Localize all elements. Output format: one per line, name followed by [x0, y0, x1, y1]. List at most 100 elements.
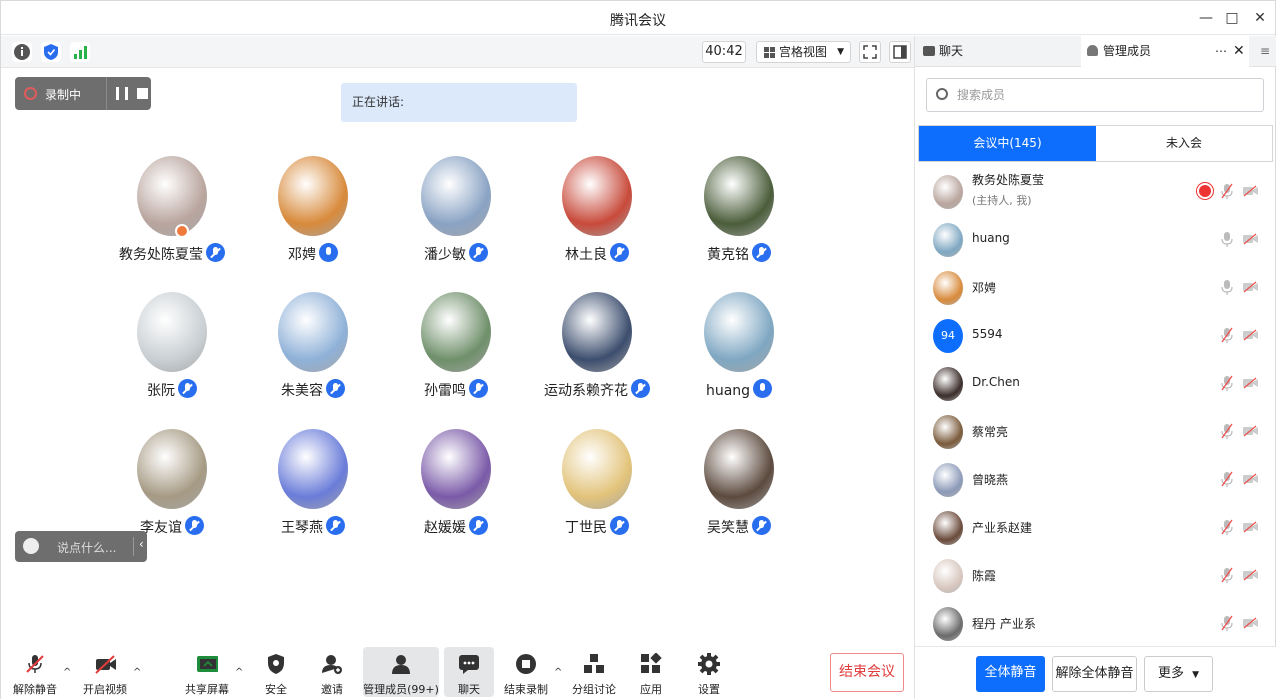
sidebar-toggle-button[interactable]: [889, 41, 911, 63]
emoji-icon[interactable]: [23, 538, 39, 554]
mic-muted-icon[interactable]: [1221, 327, 1233, 343]
share-label: 共享屏幕: [185, 683, 229, 696]
member-row[interactable]: 程丹 产业系: [915, 599, 1276, 647]
shield-icon[interactable]: [41, 42, 61, 62]
quick-chat-input[interactable]: 说点什么... ‹: [15, 531, 147, 562]
member-row[interactable]: Dr.Chen: [915, 359, 1276, 407]
participant-tile[interactable]: 张阮: [112, 292, 232, 412]
start-video-button[interactable]: 开启视频: [79, 647, 131, 697]
chevron-down-icon: ▼: [837, 47, 844, 57]
more-options-icon[interactable]: ⋯: [1215, 36, 1227, 67]
close-icon[interactable]: ✕: [1251, 9, 1269, 27]
member-row[interactable]: huang: [915, 215, 1276, 263]
tab-members[interactable]: 管理成员 ⋯ ✕: [1081, 36, 1249, 67]
participant-tile[interactable]: 王琴燕: [253, 429, 373, 549]
participant-tile[interactable]: 吴笑慧: [679, 429, 799, 549]
mic-icon[interactable]: [1221, 231, 1233, 247]
more-button[interactable]: 更多 ▼: [1144, 656, 1213, 692]
video-off-icon[interactable]: [1243, 377, 1258, 389]
chat-button[interactable]: 聊天: [444, 647, 494, 697]
video-off-icon[interactable]: [1243, 185, 1258, 197]
share-screen-button[interactable]: 共享屏幕: [181, 647, 233, 697]
mic-muted-icon: [469, 243, 488, 262]
info-icon[interactable]: [12, 42, 32, 62]
unmute-button[interactable]: 解除静音: [9, 647, 61, 697]
member-row[interactable]: 产业系赵建: [915, 503, 1276, 551]
fullscreen-button[interactable]: [859, 41, 881, 63]
recording-dot-icon: [1199, 185, 1211, 197]
mic-muted-icon[interactable]: [1221, 471, 1233, 487]
signal-icon[interactable]: [70, 42, 90, 62]
unmute-all-button[interactable]: 解除全体静音: [1052, 656, 1137, 692]
stop-icon[interactable]: [137, 88, 148, 99]
mic-muted-icon[interactable]: [1221, 183, 1233, 199]
mute-all-button[interactable]: 全体静音: [976, 656, 1045, 692]
member-row[interactable]: 曾晓燕: [915, 455, 1276, 503]
mic-icon[interactable]: [1221, 279, 1233, 295]
member-row[interactable]: 陈霞: [915, 551, 1276, 599]
close-tab-icon[interactable]: ✕: [1233, 36, 1245, 67]
panel-menu-icon[interactable]: ≡: [1255, 36, 1275, 67]
tab-chat[interactable]: 聊天: [915, 36, 1080, 67]
pause-icon[interactable]: [116, 87, 128, 100]
view-selector[interactable]: 宫格视图 ▼: [756, 41, 851, 63]
video-off-icon[interactable]: [1243, 569, 1258, 581]
mic-muted-icon[interactable]: [1221, 615, 1233, 631]
maximize-icon[interactable]: □: [1223, 9, 1241, 27]
apps-button[interactable]: 应用: [631, 647, 671, 697]
side-panel: 聊天 管理成员 ⋯ ✕ ≡ 搜索成员 会议中(145) 未入会 教务处陈夏莹 (主…: [914, 36, 1276, 699]
video-off-icon[interactable]: [1243, 425, 1258, 437]
collapse-icon[interactable]: ‹: [139, 537, 144, 551]
manage-members-button[interactable]: 管理成员(99+): [363, 647, 439, 697]
participant-tile[interactable]: 朱美容: [253, 292, 373, 412]
member-row[interactable]: 教务处陈夏莹 (主持人, 我): [915, 167, 1276, 215]
avatar: [933, 223, 963, 257]
tab-in-meeting[interactable]: 会议中(145): [919, 126, 1096, 161]
participant-name-text: 赵媛媛: [424, 520, 466, 536]
participant-name-text: 潘少敏: [424, 247, 466, 263]
mic-muted-icon[interactable]: [1221, 567, 1233, 583]
recording-label: 录制中: [45, 88, 82, 102]
mic-muted-icon[interactable]: [1221, 375, 1233, 391]
video-off-icon[interactable]: [1243, 281, 1258, 293]
tab-not-joined[interactable]: 未入会: [1096, 126, 1272, 161]
mic-muted-icon[interactable]: [1221, 423, 1233, 439]
record-options-caret[interactable]: ^: [554, 667, 562, 678]
member-search-input[interactable]: 搜索成员: [926, 78, 1264, 112]
stop-recording-button[interactable]: 结束录制: [500, 647, 552, 697]
participant-tile[interactable]: 赵媛媛: [396, 429, 516, 549]
video-off-icon[interactable]: [1243, 473, 1258, 485]
participant-name-text: 王琴燕: [281, 520, 323, 536]
breakout-button[interactable]: 分组讨论: [569, 647, 619, 697]
settings-button[interactable]: 设置: [689, 647, 729, 697]
audio-options-caret[interactable]: ^: [63, 667, 71, 678]
participant-tile[interactable]: 潘少敏: [396, 156, 516, 276]
member-row[interactable]: 蔡常亮: [915, 407, 1276, 455]
member-row[interactable]: 邓娉: [915, 263, 1276, 311]
participant-tile[interactable]: huang: [679, 292, 799, 412]
avatar: [933, 607, 963, 641]
video-off-icon[interactable]: [1243, 233, 1258, 245]
video-options-caret[interactable]: ^: [133, 667, 141, 678]
video-off-icon[interactable]: [1243, 329, 1258, 341]
member-row[interactable]: 94 5594: [915, 311, 1276, 359]
invite-button[interactable]: 邀请: [312, 647, 352, 697]
video-off-icon[interactable]: [1243, 617, 1258, 629]
member-name: 教务处陈夏莹: [972, 173, 1045, 187]
participant-tile[interactable]: 孙雷鸣: [396, 292, 516, 412]
participant-tile[interactable]: 教务处陈夏莹: [112, 156, 232, 276]
participant-tile[interactable]: 邓娉: [253, 156, 373, 276]
participant-tile[interactable]: 运动系赖齐花: [537, 292, 657, 412]
security-button[interactable]: 安全: [256, 647, 296, 697]
share-options-caret[interactable]: ^: [235, 667, 243, 678]
record-icon: [24, 87, 37, 100]
video-off-icon[interactable]: [1243, 521, 1258, 533]
participant-tile[interactable]: 黄克铭: [679, 156, 799, 276]
participant-tile[interactable]: 林土良: [537, 156, 657, 276]
participant-tile[interactable]: 丁世民: [537, 429, 657, 549]
mic-muted-icon[interactable]: [1221, 519, 1233, 535]
bottom-toolbar: 解除静音 ^ 开启视频 ^ 共享屏幕 ^ 安全 邀请 管理成员(99+) 聊天 …: [1, 647, 914, 699]
end-meeting-button[interactable]: 结束会议: [830, 653, 904, 692]
minimize-icon[interactable]: —: [1197, 9, 1215, 27]
mic-muted-icon: [326, 379, 345, 398]
